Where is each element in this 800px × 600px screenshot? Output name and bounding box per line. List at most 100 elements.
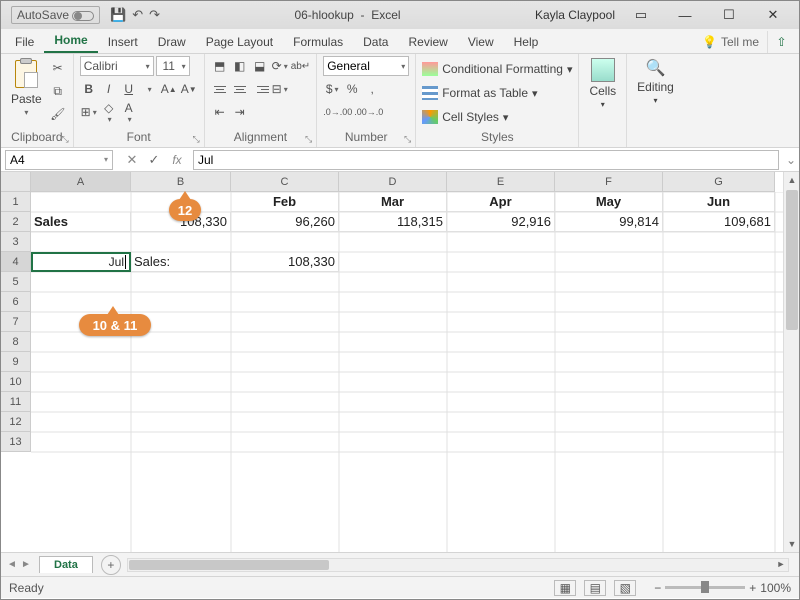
cell[interactable]: 109,681	[663, 212, 775, 232]
scroll-thumb[interactable]	[786, 190, 798, 330]
zoom-slider[interactable]: − + 100%	[654, 581, 791, 595]
maximize-button[interactable]: ☐	[707, 1, 751, 29]
cell[interactable]: Feb	[231, 192, 339, 212]
cell-styles-button[interactable]: Cell Styles ▾	[422, 107, 508, 127]
tab-home[interactable]: Home	[44, 29, 97, 53]
col-header-F[interactable]: F	[555, 172, 663, 192]
name-box[interactable]: A4▾	[5, 150, 113, 170]
tell-me-search[interactable]: 💡Tell me	[694, 31, 767, 53]
fill-color-button[interactable]: ◇	[100, 102, 118, 122]
clipboard-launcher-icon[interactable]: ⤡	[61, 134, 68, 145]
save-icon[interactable]: 💾	[110, 7, 126, 23]
editing-button[interactable]: 🔍Editing▾	[633, 56, 678, 107]
active-cell[interactable]: Jul	[31, 252, 131, 272]
paste-button[interactable]: Paste ▾	[7, 56, 46, 119]
increase-decimal-button[interactable]: .0→.00	[323, 102, 352, 122]
orientation-button[interactable]: ⟳	[271, 56, 289, 76]
wrap-text-button[interactable]: ab↵	[291, 56, 311, 76]
cells-button[interactable]: Cells▾	[585, 56, 620, 111]
row-header[interactable]: 7	[1, 312, 31, 332]
zoom-level[interactable]: 100%	[760, 581, 791, 595]
zoom-in-button[interactable]: +	[749, 581, 756, 595]
format-painter-icon[interactable]: 🖌	[49, 104, 67, 124]
borders-button[interactable]: ⊞	[80, 102, 98, 122]
cancel-edit-icon[interactable]: ✕	[121, 152, 143, 168]
autosave-toggle[interactable]: AutoSave	[11, 6, 100, 24]
alignment-launcher-icon[interactable]: ⤡	[305, 134, 312, 145]
select-all-corner[interactable]	[1, 172, 31, 192]
minimize-button[interactable]: —	[663, 1, 707, 29]
page-break-view-button[interactable]: ▧	[614, 580, 636, 596]
expand-formula-bar-icon[interactable]: ⌄	[783, 153, 799, 167]
tab-view[interactable]: View	[458, 31, 504, 53]
cell[interactable]: May	[555, 192, 663, 212]
decrease-decimal-button[interactable]: .00→.0	[354, 102, 383, 122]
increase-indent-button[interactable]: ⇥	[231, 102, 249, 122]
align-right-button[interactable]	[251, 79, 269, 99]
close-button[interactable]: ✕	[751, 1, 795, 29]
scroll-thumb[interactable]	[129, 560, 329, 570]
scroll-right-icon[interactable]: ►	[774, 559, 788, 569]
sheet-tab[interactable]: Data	[39, 556, 93, 573]
font-name-select[interactable]: Calibri	[80, 56, 154, 76]
col-header-D[interactable]: D	[339, 172, 447, 192]
cell[interactable]: 92,916	[447, 212, 555, 232]
ribbon-options-icon[interactable]: ▭	[619, 1, 663, 29]
share-button[interactable]: ⇧	[767, 31, 795, 53]
redo-icon[interactable]: ↷	[149, 7, 160, 23]
cell[interactable]: Mar	[339, 192, 447, 212]
horizontal-scrollbar[interactable]: ◄ ►	[127, 558, 789, 572]
undo-icon[interactable]: ↶	[132, 7, 143, 23]
formula-input[interactable]: Jul	[193, 150, 779, 170]
scroll-up-icon[interactable]: ▲	[784, 172, 799, 188]
tab-formulas[interactable]: Formulas	[283, 31, 353, 53]
cell[interactable]: Apr	[447, 192, 555, 212]
row-header[interactable]: 2	[1, 212, 31, 232]
align-top-button[interactable]: ⬒	[211, 56, 229, 76]
tab-review[interactable]: Review	[398, 31, 457, 53]
align-center-button[interactable]	[231, 79, 249, 99]
shrink-font-button[interactable]: A▼	[180, 79, 198, 99]
row-header[interactable]: 8	[1, 332, 31, 352]
tab-page-layout[interactable]: Page Layout	[196, 31, 283, 53]
row-header[interactable]: 1	[1, 192, 31, 212]
cell[interactable]: Sales	[31, 212, 131, 232]
cut-icon[interactable]: ✂	[49, 58, 67, 78]
number-launcher-icon[interactable]: ⤡	[404, 134, 411, 145]
zoom-out-button[interactable]: −	[654, 581, 661, 595]
col-header-B[interactable]: B	[131, 172, 231, 192]
sheet-nav-prev-icon[interactable]: ◄	[5, 559, 19, 570]
underline-menu[interactable]	[140, 79, 158, 99]
number-format-select[interactable]: General	[323, 56, 409, 76]
user-name[interactable]: Kayla Claypool	[535, 8, 615, 22]
tab-data[interactable]: Data	[353, 31, 398, 53]
cell[interactable]: 108,330	[231, 252, 339, 272]
cell[interactable]: 96,260	[231, 212, 339, 232]
tab-draw[interactable]: Draw	[148, 31, 196, 53]
percent-button[interactable]: %	[343, 79, 361, 99]
accounting-button[interactable]: $	[323, 79, 341, 99]
enter-edit-icon[interactable]: ✓	[143, 152, 165, 168]
row-header[interactable]: 3	[1, 232, 31, 252]
row-header[interactable]: 12	[1, 412, 31, 432]
font-launcher-icon[interactable]: ⤡	[192, 134, 199, 145]
cell[interactable]: Jun	[663, 192, 775, 212]
decrease-indent-button[interactable]: ⇤	[211, 102, 229, 122]
col-header-A[interactable]: A	[31, 172, 131, 192]
sheet-nav-next-icon[interactable]: ►	[19, 559, 33, 570]
normal-view-button[interactable]: ▦	[554, 580, 576, 596]
row-header[interactable]: 4	[1, 252, 31, 272]
italic-button[interactable]: I	[100, 79, 118, 99]
insert-function-icon[interactable]: fx	[165, 153, 189, 167]
cell[interactable]: 118,315	[339, 212, 447, 232]
page-layout-view-button[interactable]: ▤	[584, 580, 606, 596]
align-bottom-button[interactable]: ⬓	[251, 56, 269, 76]
align-middle-button[interactable]: ◧	[231, 56, 249, 76]
cell[interactable]: Sales:	[131, 252, 231, 272]
scroll-down-icon[interactable]: ▼	[784, 536, 799, 552]
conditional-formatting-button[interactable]: Conditional Formatting ▾	[422, 59, 572, 79]
underline-button[interactable]: U	[120, 79, 138, 99]
row-header[interactable]: 11	[1, 392, 31, 412]
row-header[interactable]: 10	[1, 372, 31, 392]
tab-help[interactable]: Help	[504, 31, 549, 53]
